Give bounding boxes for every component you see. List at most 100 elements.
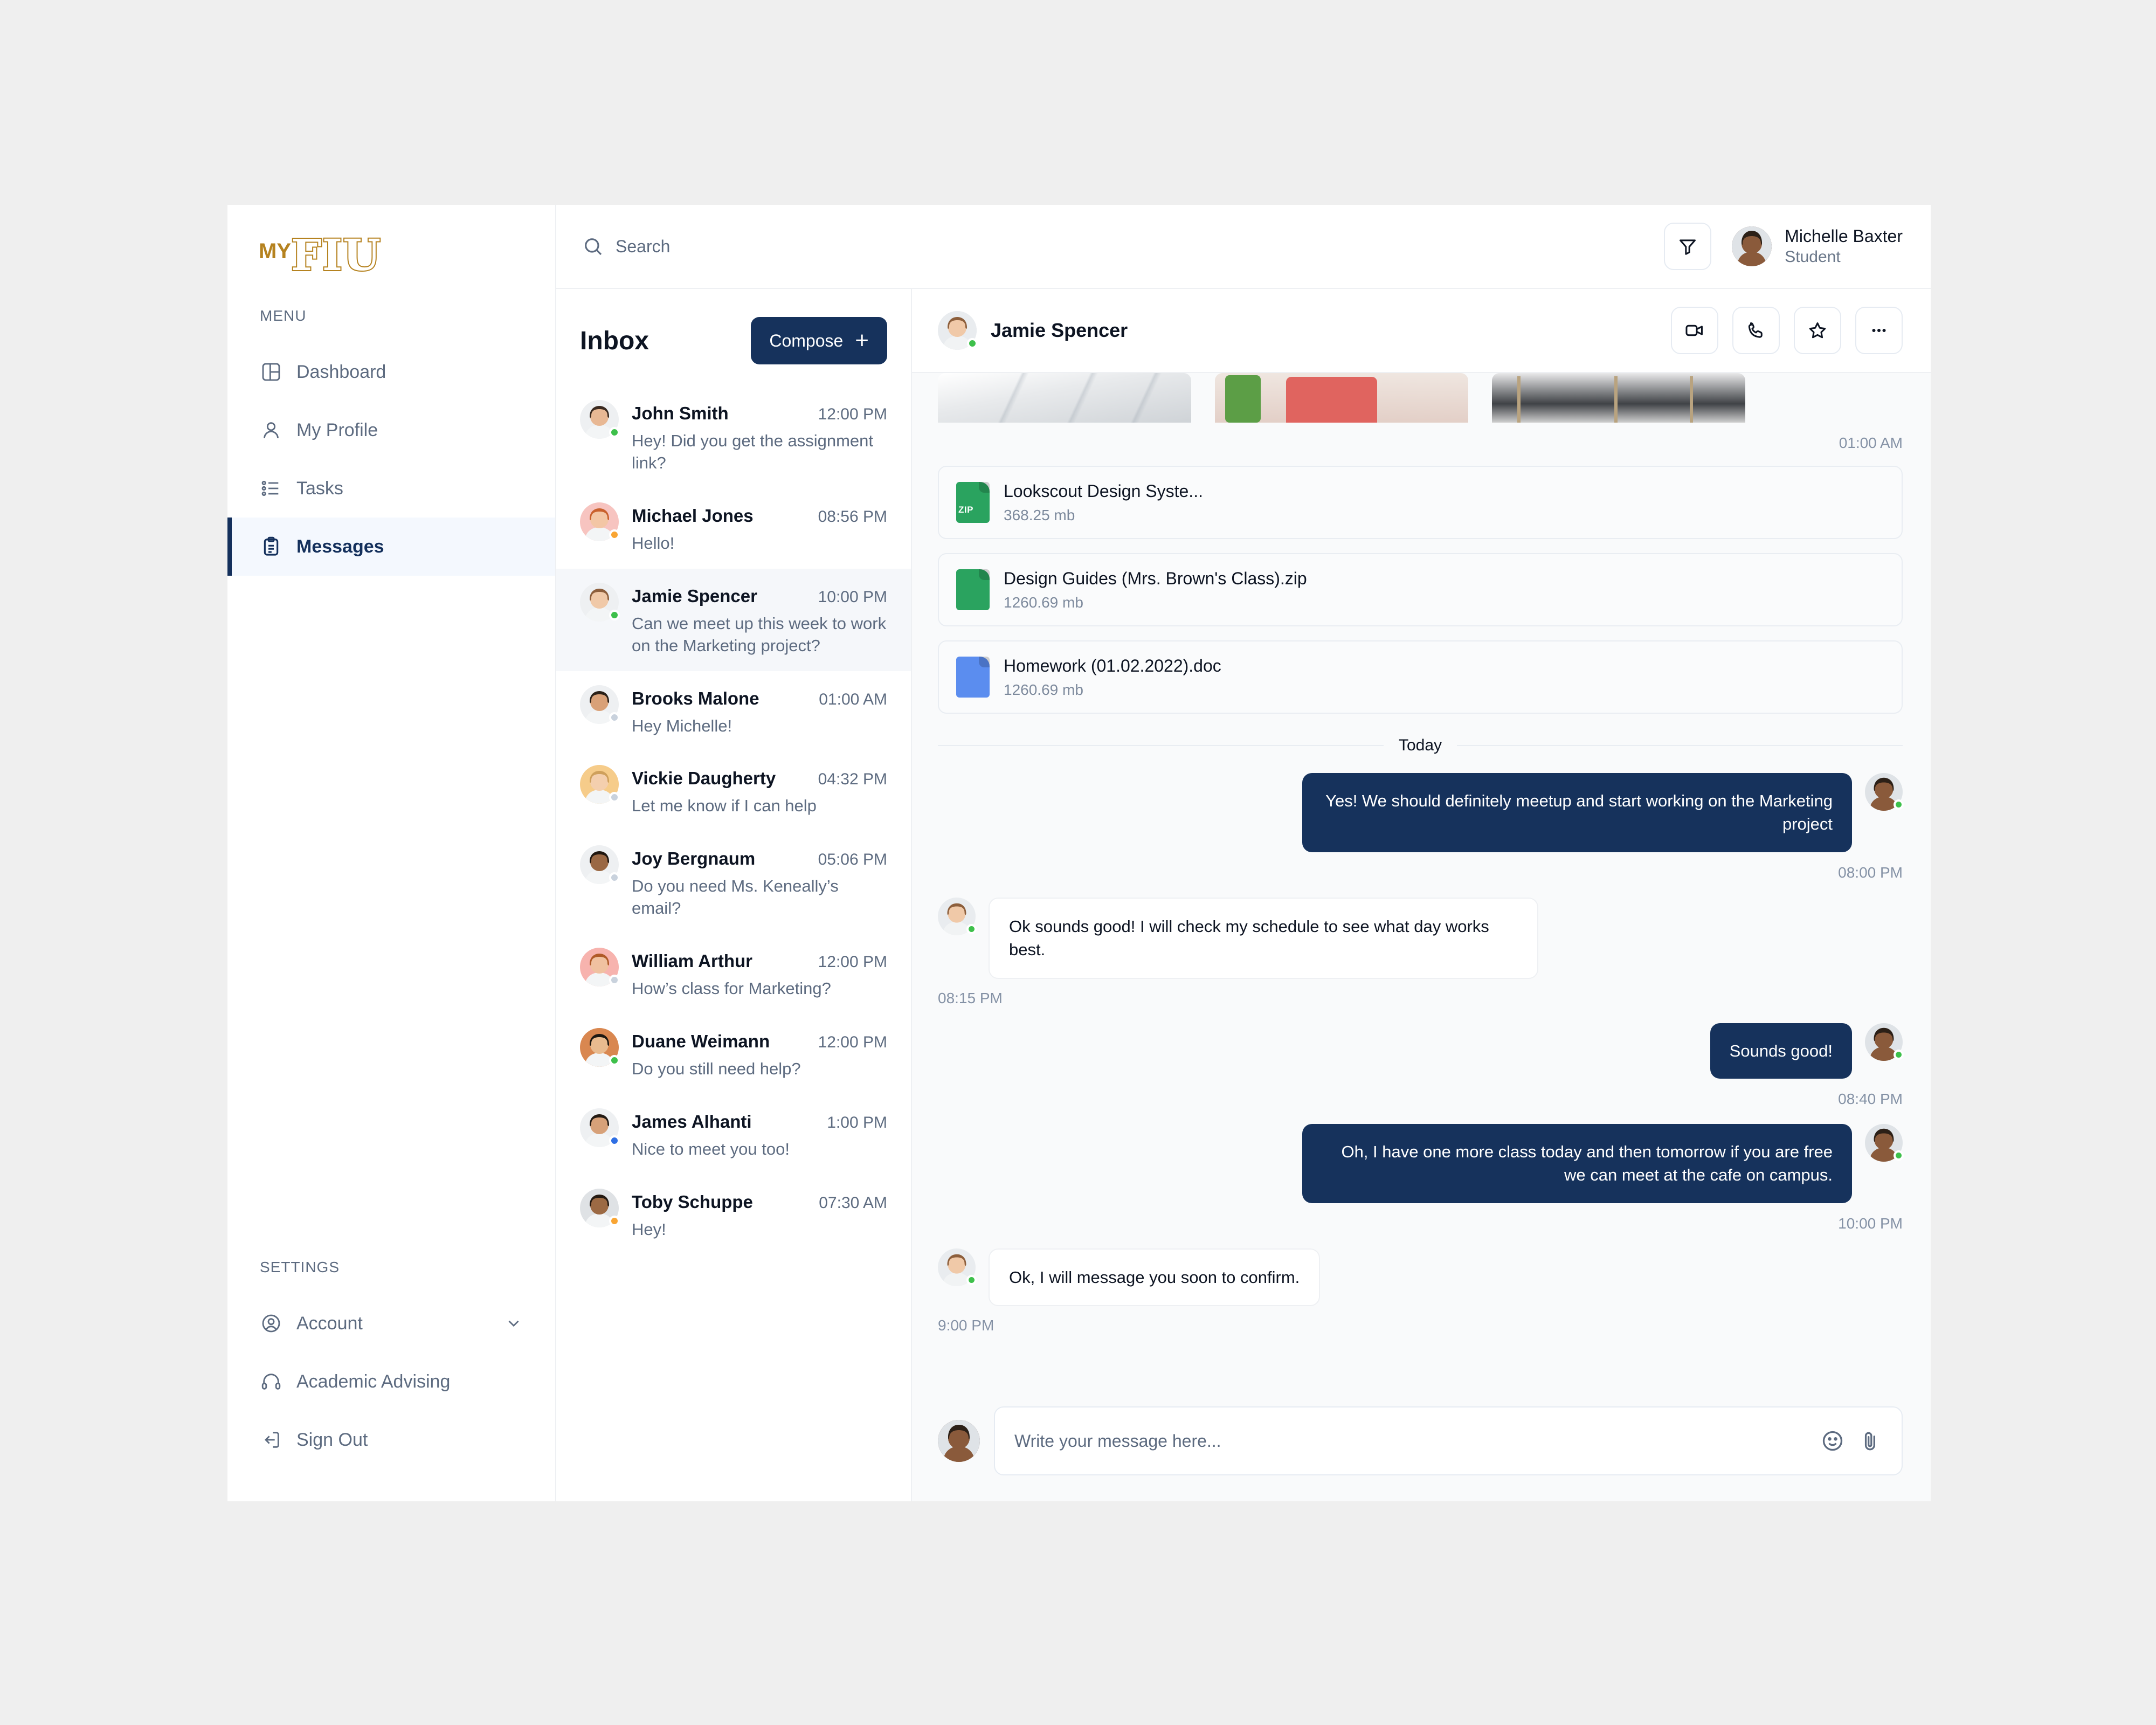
app-logo[interactable]: MY FIU <box>227 205 555 296</box>
file-attachment[interactable]: Homework (01.02.2022).doc 1260.69 mb <box>938 640 1903 714</box>
search-input[interactable]: Search <box>582 236 670 257</box>
status-badge <box>966 1274 977 1285</box>
voice-call-button[interactable] <box>1732 307 1780 354</box>
favorite-button[interactable] <box>1794 307 1841 354</box>
chat-peer-name: Jamie Spencer <box>991 319 1128 341</box>
message-bubble[interactable]: Oh, I have one more class today and then… <box>1302 1123 1852 1203</box>
smiley-icon[interactable] <box>1821 1429 1844 1453</box>
compose-button[interactable]: Compose + <box>751 317 887 364</box>
ellipsis-icon <box>1869 320 1889 341</box>
photo-thumbnail[interactable] <box>938 373 1191 423</box>
sidebar-item-messages[interactable]: Messages <box>227 518 555 576</box>
sidebar-item-sign-out[interactable]: Sign Out <box>227 1411 555 1469</box>
file-name: Design Guides (Mrs. Brown's Class).zip <box>1004 568 1307 588</box>
conversation-sender: Joy Bergnaum <box>632 848 756 869</box>
message-bubble[interactable]: Ok, I will message you soon to confirm. <box>989 1248 1321 1307</box>
conversation-sender: Duane Weimann <box>632 1031 770 1052</box>
avatar <box>1865 1123 1904 1162</box>
sidebar-item-account[interactable]: Account <box>227 1294 555 1353</box>
chat-messages[interactable]: 01:00 AM ZIP Lookscout Design Syste... 3… <box>912 373 1931 1385</box>
conversation-list-item[interactable]: James Alhanti 1:00 PM Nice to meet you t… <box>556 1094 911 1175</box>
file-attachment[interactable]: Design Guides (Mrs. Brown's Class).zip 1… <box>938 553 1903 626</box>
photo-thumbnail[interactable] <box>1492 373 1745 423</box>
composer-row: Write your message here... <box>912 1385 1931 1501</box>
avatar <box>1732 226 1772 266</box>
inbox-header: Inbox Compose + <box>556 289 911 386</box>
message-input[interactable]: Write your message here... <box>994 1406 1903 1475</box>
day-separator: Today <box>938 736 1903 755</box>
conversation-list-item[interactable]: Toby Schuppe 07:30 AM Hey! <box>556 1175 911 1255</box>
conversation-snippet: Can we meet up this week to work on the … <box>632 613 887 655</box>
status-badge <box>609 975 620 986</box>
sidebar-item-tasks[interactable]: Tasks <box>227 459 555 518</box>
status-badge <box>1894 799 1904 810</box>
conversation-snippet: Let me know if I can help <box>632 796 817 816</box>
message-bubble[interactable]: Yes! We should definitely meetup and sta… <box>1302 773 1852 852</box>
file-size: 1260.69 mb <box>1004 681 1083 698</box>
message-row: Ok sounds good! I will check my schedule… <box>938 897 1903 979</box>
video-call-button[interactable] <box>1671 307 1718 354</box>
chevron-down-icon[interactable] <box>505 1314 523 1333</box>
avatar <box>1865 1023 1904 1061</box>
message-row: Oh, I have one more class today and then… <box>938 1123 1904 1203</box>
message-bubble[interactable]: Ok sounds good! I will check my schedule… <box>989 897 1538 979</box>
avatar <box>938 897 977 935</box>
list-checks-icon <box>260 477 282 500</box>
sidebar-item-label: Sign Out <box>296 1429 368 1450</box>
avatar <box>580 1108 620 1147</box>
conversation-list-item[interactable]: Jamie Spencer 10:00 PM Can we meet up th… <box>556 568 911 671</box>
message-row: Ok, I will message you soon to confirm. <box>938 1248 1903 1307</box>
conversation-list[interactable]: John Smith 12:00 PM Hey! Did you get the… <box>556 386 911 1501</box>
message-bubble[interactable]: Sounds good! <box>1710 1023 1852 1079</box>
avatar <box>580 582 620 622</box>
photo-attachments[interactable] <box>938 373 1903 423</box>
divider-line <box>938 745 1384 746</box>
conversation-time: 08:56 PM <box>818 507 887 526</box>
file-icon <box>956 569 990 610</box>
sidebar-item-my-profile[interactable]: My Profile <box>227 401 555 459</box>
sidebar-item-academic-advising[interactable]: Academic Advising <box>227 1353 555 1411</box>
conversation-time: 07:30 AM <box>819 1193 887 1212</box>
logo-prefix: MY <box>259 239 291 263</box>
conversation-time: 1:00 PM <box>827 1113 887 1131</box>
status-badge <box>609 792 620 803</box>
content-area: Search Michelle Baxter Student Inbox Com… <box>556 205 1931 1501</box>
sidebar-item-dashboard[interactable]: Dashboard <box>227 343 555 401</box>
conversation-list-item[interactable]: Michael Jones 08:56 PM Hello! <box>556 488 911 569</box>
top-bar: Search Michelle Baxter Student <box>556 205 1931 289</box>
page-title: Inbox <box>580 326 649 355</box>
avatar <box>580 948 620 987</box>
settings-section: SETTINGS Account Academic Advising Sign … <box>227 1248 555 1501</box>
user-name: Michelle Baxter <box>1785 226 1903 246</box>
conversation-time: 05:06 PM <box>818 851 887 869</box>
conversation-sender: John Smith <box>632 403 729 423</box>
settings-section-label: SETTINGS <box>260 1259 340 1275</box>
avatar <box>580 1188 620 1227</box>
paperclip-icon[interactable] <box>1858 1429 1882 1453</box>
conversation-list-item[interactable]: Vickie Daugherty 04:32 PM Let me know if… <box>556 751 911 831</box>
filter-button[interactable] <box>1664 223 1712 270</box>
conversation-list-item[interactable]: Joy Bergnaum 05:06 PM Do you need Ms. Ke… <box>556 831 911 934</box>
conversation-list-item[interactable]: John Smith 12:00 PM Hey! Did you get the… <box>556 386 911 488</box>
file-attachment[interactable]: ZIP Lookscout Design Syste... 368.25 mb <box>938 466 1903 539</box>
sidebar-item-label: Account <box>296 1313 363 1334</box>
conversation-time: 01:00 AM <box>819 690 887 708</box>
message-timestamp: 10:00 PM <box>1838 1215 1903 1232</box>
message-input-placeholder: Write your message here... <box>1014 1431 1221 1451</box>
avatar <box>938 1248 977 1286</box>
message-group: Yes! We should definitely meetup and sta… <box>938 773 1904 881</box>
conversation-sender: William Arthur <box>632 951 752 971</box>
logout-icon <box>260 1429 282 1451</box>
more-options-button[interactable] <box>1855 307 1903 354</box>
avatar <box>580 400 620 439</box>
chat-peer[interactable]: Jamie Spencer <box>938 311 1128 350</box>
message-row: Sounds good! <box>938 1023 1904 1079</box>
layout-dashboard-icon <box>260 361 282 383</box>
filter-icon <box>1677 236 1698 257</box>
user-menu[interactable]: Michelle Baxter Student <box>1732 225 1903 267</box>
conversation-snippet: Do you still need help? <box>632 1059 801 1079</box>
conversation-list-item[interactable]: Duane Weimann 12:00 PM Do you still need… <box>556 1014 911 1094</box>
conversation-list-item[interactable]: Brooks Malone 01:00 AM Hey Michelle! <box>556 671 911 751</box>
photo-thumbnail[interactable] <box>1215 373 1468 423</box>
conversation-list-item[interactable]: William Arthur 12:00 PM How’s class for … <box>556 934 911 1014</box>
